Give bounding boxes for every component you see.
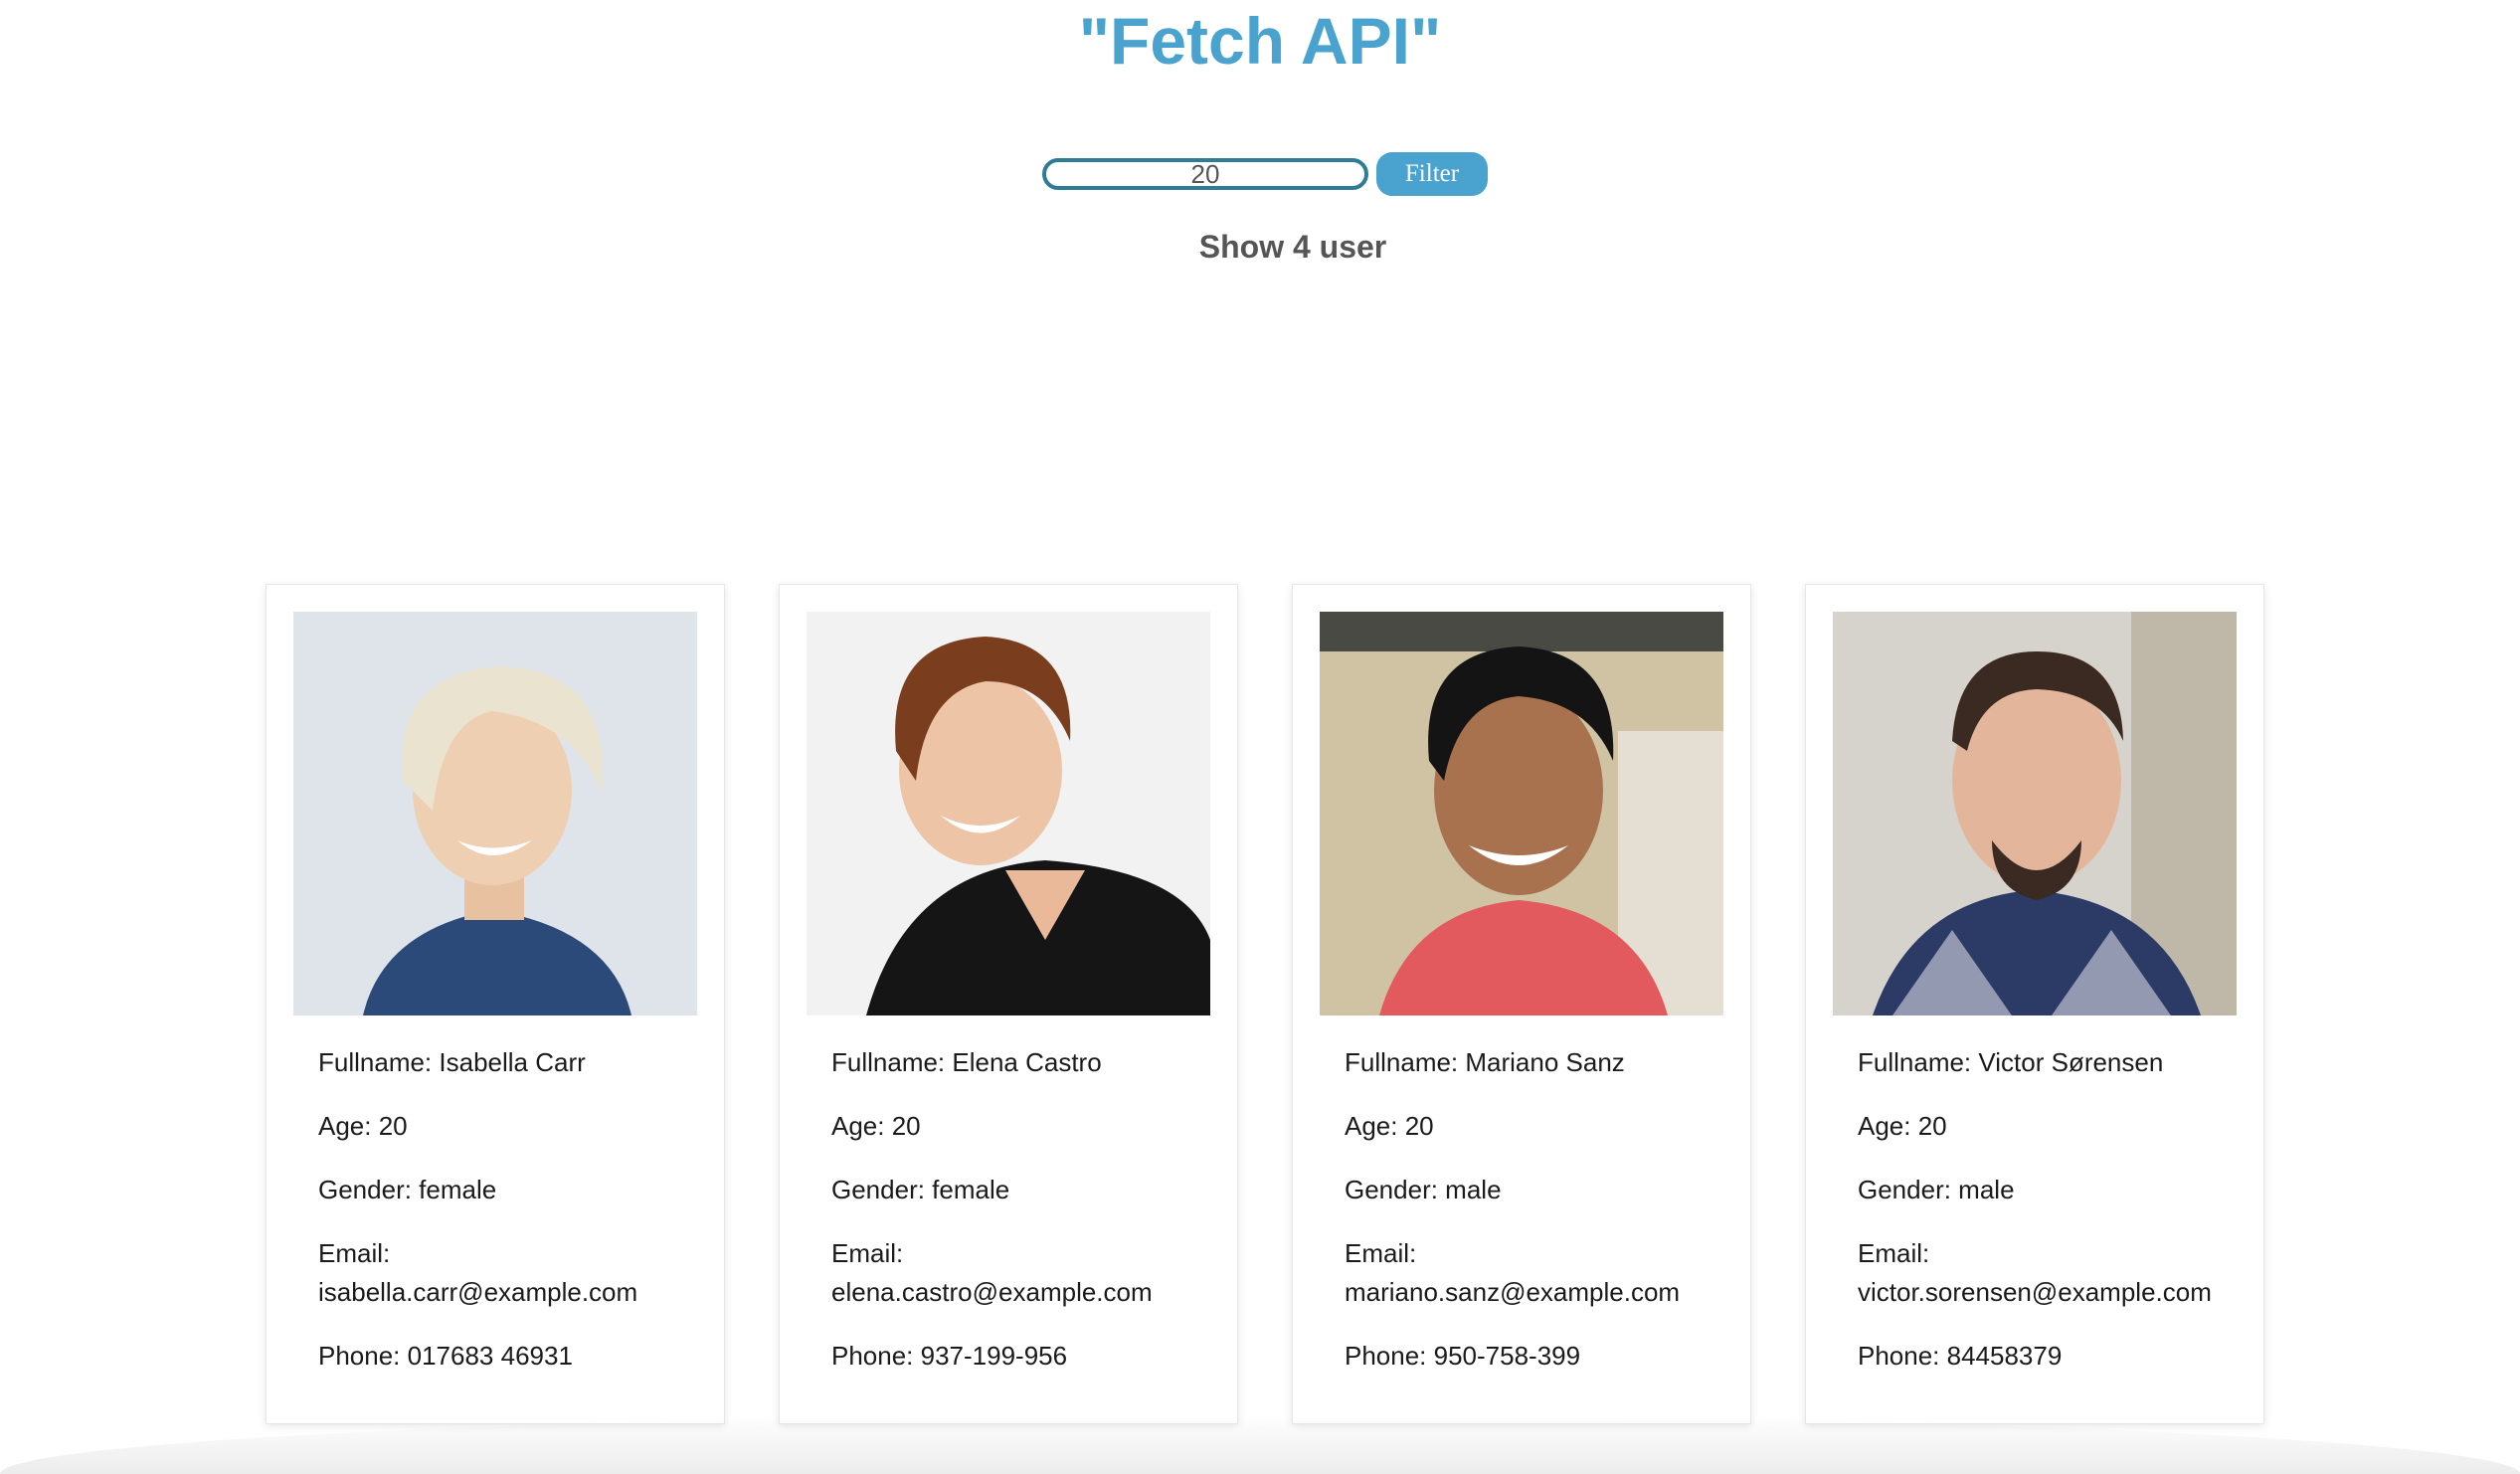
user-phone: Phone: 937-199-956	[831, 1341, 1068, 1371]
user-phone: Phone: 017683 46931	[318, 1341, 573, 1371]
user-email: Email: victor.sorensen@example.com	[1858, 1234, 2212, 1312]
user-fullname: Fullname: Mariano Sanz	[1345, 1047, 1625, 1077]
user-fullname: Fullname: Victor Sørensen	[1858, 1047, 2164, 1077]
user-phone: Phone: 950-758-399	[1345, 1341, 1581, 1371]
user-age: Age: 20	[831, 1111, 921, 1141]
user-email-value: victor.sorensen@example.com	[1858, 1277, 2212, 1307]
user-fullname: Fullname: Elena Castro	[831, 1047, 1102, 1077]
user-gender: Gender: male	[1345, 1175, 1502, 1204]
user-photo	[1833, 612, 2237, 1015]
user-email-label: Email:	[1858, 1238, 1930, 1268]
user-gender: Gender: male	[1858, 1175, 2015, 1204]
user-email-label: Email:	[1345, 1238, 1417, 1268]
filter-bar: Filter	[1042, 152, 1488, 196]
user-email: Email: mariano.sanz@example.com	[1345, 1234, 1699, 1312]
user-fullname: Fullname: Isabella Carr	[318, 1047, 586, 1077]
user-photo	[807, 612, 1210, 1015]
filter-button[interactable]: Filter	[1376, 152, 1488, 196]
user-card: Fullname: Elena Castro Age: 20 Gender: f…	[779, 584, 1238, 1424]
user-card: Fullname: Victor Sørensen Age: 20 Gender…	[1805, 584, 2264, 1424]
user-gender: Gender: female	[318, 1175, 497, 1204]
user-email: Email: elena.castro@example.com	[831, 1234, 1185, 1312]
user-age: Age: 20	[1345, 1111, 1434, 1141]
user-age: Age: 20	[318, 1111, 408, 1141]
user-photo	[1320, 612, 1723, 1015]
user-count-text: Show 4 user	[1198, 229, 1387, 265]
user-email-value: elena.castro@example.com	[831, 1277, 1153, 1307]
user-card-list: Fullname: Isabella Carr Age: 20 Gender: …	[266, 584, 2264, 1424]
user-email-value: isabella.carr@example.com	[318, 1277, 638, 1307]
user-phone: Phone: 84458379	[1858, 1341, 2063, 1371]
user-email: Email: isabella.carr@example.com	[318, 1234, 672, 1312]
user-email-label: Email:	[831, 1238, 904, 1268]
user-email-value: mariano.sanz@example.com	[1345, 1277, 1681, 1307]
user-gender: Gender: female	[831, 1175, 1010, 1204]
page-title: "Fetch API"	[1078, 4, 1442, 78]
user-age: Age: 20	[1858, 1111, 1947, 1141]
user-photo	[293, 612, 697, 1015]
user-email-label: Email:	[318, 1238, 391, 1268]
age-filter-input[interactable]	[1042, 158, 1368, 190]
user-card: Fullname: Isabella Carr Age: 20 Gender: …	[266, 584, 725, 1424]
user-card: Fullname: Mariano Sanz Age: 20 Gender: m…	[1292, 584, 1751, 1424]
